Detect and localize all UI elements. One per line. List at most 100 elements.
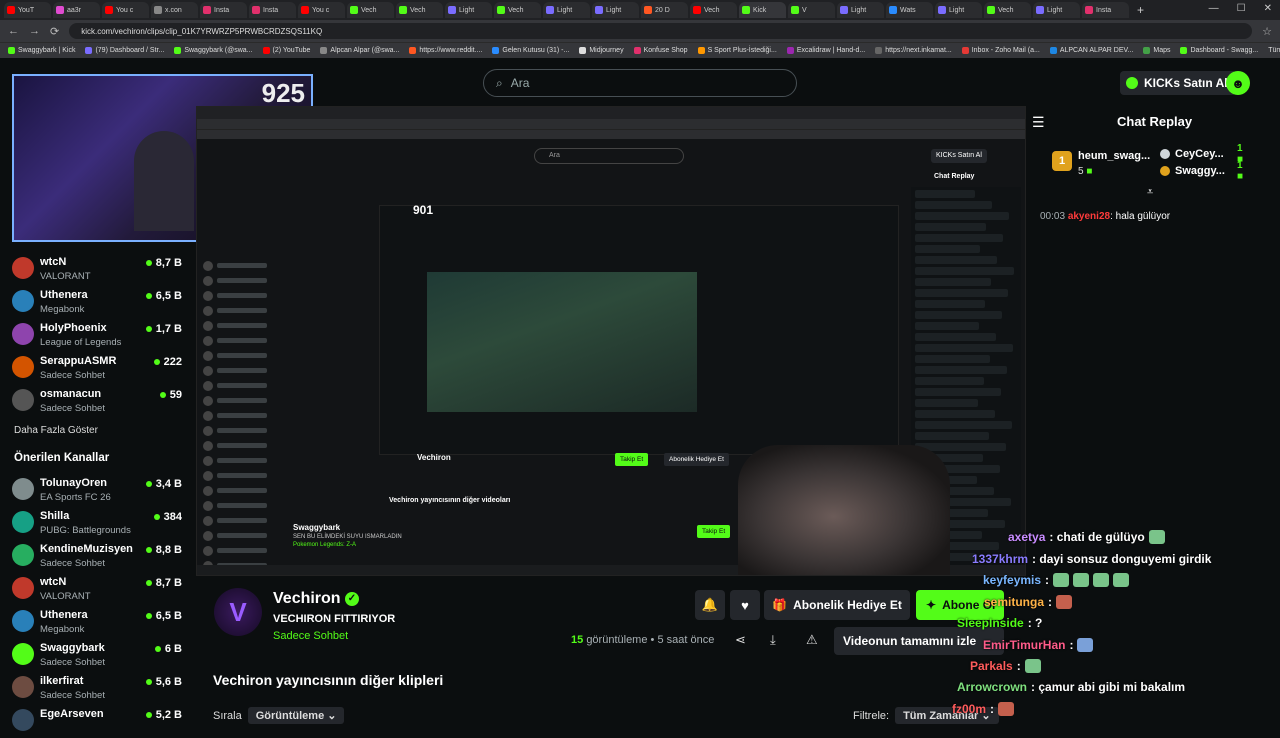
channel-category: Sadece Sohbet [40, 690, 105, 701]
sidebar-channel[interactable]: SwaggybarkSadece Sohbet6 B [12, 639, 182, 672]
browser-tab[interactable]: You c [298, 2, 345, 18]
browser-tab[interactable]: Vech [494, 2, 541, 18]
back-icon[interactable]: ← [8, 25, 19, 37]
sidebar-channel[interactable]: TolunayOrenEA Sports FC 263,4 B [12, 474, 182, 507]
browser-tab[interactable]: V [788, 2, 835, 18]
browser-tab[interactable]: Vech [347, 2, 394, 18]
tab-label: Light [851, 7, 866, 14]
sidebar-channel[interactable]: wtcNVALORANT8,7 B [12, 253, 182, 286]
channel-name[interactable]: Vechiron [273, 590, 341, 608]
star-icon[interactable]: ☆ [1262, 25, 1272, 38]
bookmark-item[interactable]: Midjourney [579, 47, 623, 54]
channel-avatar[interactable]: V [214, 588, 262, 636]
channel-avatar [12, 511, 34, 533]
channel-category: PUBG: Battlegrounds [40, 525, 131, 536]
gift-subscription-button[interactable]: 🎁 Abonelik Hediye Et [764, 590, 910, 620]
live-dot-icon [154, 359, 160, 365]
browser-tab[interactable]: Insta [249, 2, 296, 18]
bookmark-item[interactable]: Excalidraw | Hand-d... [787, 47, 865, 54]
search-input[interactable]: ⌕ Ara [483, 69, 797, 97]
minimize-icon[interactable]: — [1209, 3, 1219, 14]
sidebar-channel[interactable]: osmanacunSadece Sohbet59 [12, 385, 182, 418]
browser-tab[interactable]: aa3r [53, 2, 100, 18]
user-avatar[interactable]: ☻ [1226, 71, 1250, 95]
browser-tab[interactable]: YouT [4, 2, 51, 18]
viewer-count: 8,8 B [146, 544, 182, 556]
browser-tab[interactable]: Light [1033, 2, 1080, 18]
browser-tab[interactable]: Light [592, 2, 639, 18]
browser-tab[interactable]: Vech [984, 2, 1031, 18]
buy-kicks-button[interactable]: KICKs Satın Al [1120, 71, 1236, 95]
show-more-link[interactable]: Daha Fazla Göster [14, 425, 98, 436]
browser-tab[interactable]: Vech [396, 2, 443, 18]
sidebar-channel[interactable]: UtheneraMegabonk6,5 B [12, 286, 182, 319]
browser-tab[interactable]: Insta [1082, 2, 1129, 18]
sidebar-channel[interactable]: wtcNVALORANT8,7 B [12, 573, 182, 606]
sidebar-channel[interactable]: ShillaPUBG: Battlegrounds384 [12, 507, 182, 540]
favorite-button[interactable]: ♥ [730, 590, 760, 620]
bookmark-item[interactable]: Gelen Kutusu (31) -... [492, 47, 569, 54]
new-tab-icon[interactable]: + [1137, 3, 1144, 17]
browser-tab[interactable]: 20 D [641, 2, 688, 18]
bookmark-item[interactable]: https://www.reddit.... [409, 47, 482, 54]
chat-collapse-icon[interactable]: ☰ [1032, 114, 1045, 131]
bookmark-item[interactable]: Dashboard - Swagg... [1180, 47, 1258, 54]
browser-tab[interactable]: Light [837, 2, 884, 18]
report-icon[interactable]: ⚠ [806, 632, 818, 648]
bookmark-item[interactable]: Inbox - Zoho Mail (a... [962, 47, 1040, 54]
tab-label: 20 D [655, 7, 670, 14]
overlay-chat-user: fz00m [952, 702, 986, 716]
maximize-icon[interactable]: ☐ [1237, 3, 1246, 14]
close-icon[interactable]: ✕ [1264, 3, 1272, 14]
bookmark-item[interactable]: Maps [1143, 47, 1170, 54]
sort-select[interactable]: Görüntüleme ⌄ [248, 707, 345, 724]
inner-text-line [217, 263, 267, 268]
watch-full-video-button[interactable]: Videonun tamamını izle [834, 627, 1004, 655]
leaderboard-top-name[interactable]: heum_swag... [1078, 150, 1150, 162]
sidebar-channel[interactable]: KendineMuzisyenSadece Sohbet8,8 B [12, 540, 182, 573]
browser-tab[interactable]: Kick [739, 2, 786, 18]
forward-icon[interactable]: → [29, 25, 40, 37]
leaderboard-entry[interactable]: Swaggy...1 ■ [1160, 165, 1225, 177]
browser-tab[interactable]: x.con [151, 2, 198, 18]
share-icon[interactable]: ⋖ [735, 632, 746, 648]
inner-sidebar-row [203, 542, 281, 556]
bookmark-item[interactable]: Alpcan Alpar (@swa... [320, 47, 399, 54]
bookmark-item[interactable]: (79) Dashboard / Str... [85, 47, 164, 54]
bookmark-item[interactable]: Swaggybark | Kick [8, 47, 75, 54]
reload-icon[interactable]: ⟳ [50, 25, 59, 38]
browser-tab[interactable]: Light [935, 2, 982, 18]
sidebar-channel[interactable]: SerappuASMRSadece Sohbet222 [12, 352, 182, 385]
sidebar-channel[interactable]: ilkerfiratSadece Sohbet5,6 B [12, 672, 182, 705]
inner-gift: Abonelik Hediye Et [664, 453, 729, 466]
expand-leaderboard-icon[interactable]: ⩡ [1147, 186, 1153, 199]
browser-tab[interactable]: Light [543, 2, 590, 18]
inner-sidebar-row [203, 272, 281, 286]
notification-bell-button[interactable]: 🔔 [695, 590, 725, 620]
overlay-chat-message: axetya: chati de gülüyo [1008, 530, 1165, 544]
bookmark-item[interactable]: ALPCAN ALPAR DEV... [1050, 47, 1134, 54]
sidebar-channel[interactable]: HolyPhoenixLeague of Legends1,7 B [12, 319, 182, 352]
leaderboard-entry[interactable]: CeyCey...1 ■ [1160, 148, 1224, 160]
channel-avatar [12, 356, 34, 378]
channel-name: Swaggybark [40, 642, 105, 654]
browser-tab[interactable]: Wats [886, 2, 933, 18]
channel-category[interactable]: Sadece Sohbet [273, 630, 348, 642]
all-bookmarks-link[interactable]: Tüm Yer İşaretleri [1268, 47, 1280, 54]
download-icon[interactable]: ⤓ [770, 632, 776, 648]
bookmark-item[interactable]: Swaggybark (@swa... [174, 47, 252, 54]
sidebar-channel[interactable]: UtheneraMegabonk6,5 B [12, 606, 182, 639]
browser-tab[interactable]: You c [102, 2, 149, 18]
browser-tab[interactable]: Light [445, 2, 492, 18]
url-input[interactable]: kick.com/vechiron/clips/clip_01K7YRWRZP5… [69, 23, 1252, 39]
tab-favicon-icon [546, 6, 554, 14]
inner-sidebar-row [203, 452, 281, 466]
browser-tab[interactable]: Vech [690, 2, 737, 18]
sidebar-channel[interactable]: EgeArseven5,2 B [12, 705, 182, 738]
bookmark-item[interactable]: https://next.inkamat... [875, 47, 952, 54]
bookmark-item[interactable]: (2) YouTube [263, 47, 311, 54]
browser-tab[interactable]: Insta [200, 2, 247, 18]
inner-text-line [217, 413, 267, 418]
bookmark-item[interactable]: Konfuse Shop [634, 47, 688, 54]
bookmark-item[interactable]: S Sport Plus-İstediği... [698, 47, 777, 54]
